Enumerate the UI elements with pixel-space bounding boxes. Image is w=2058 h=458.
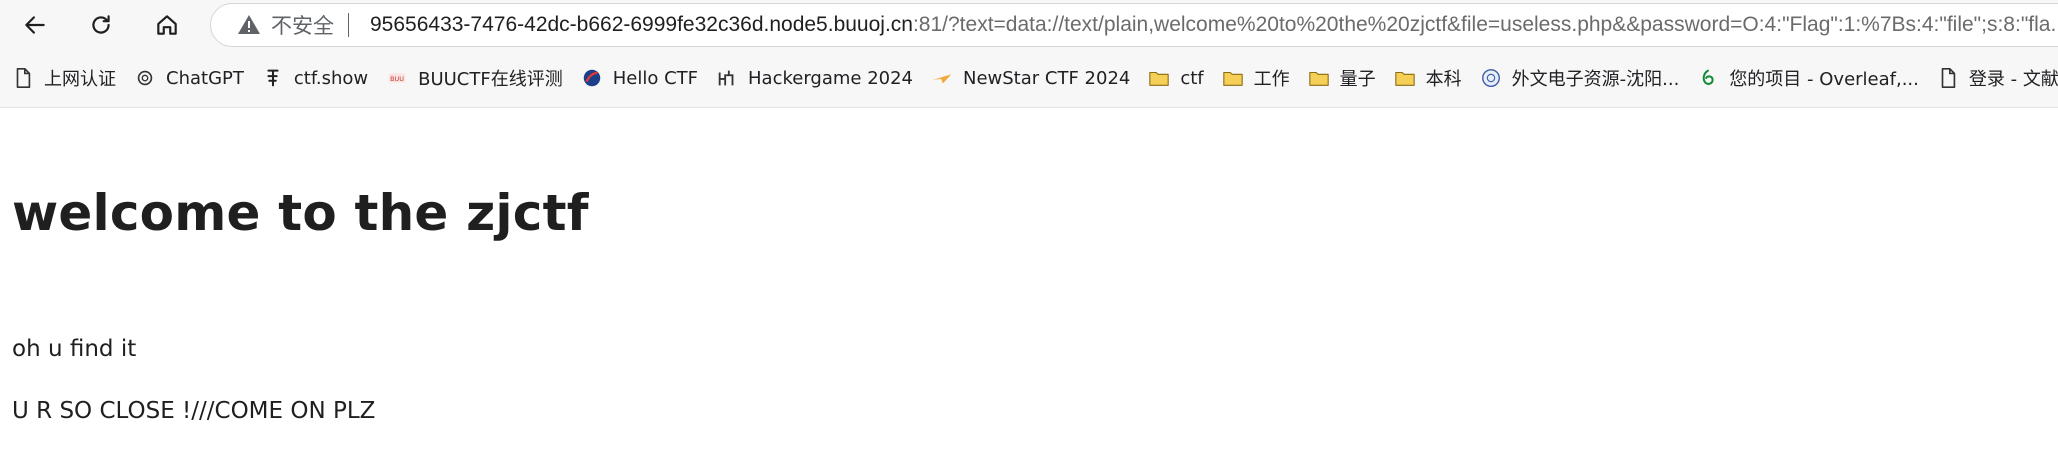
ctfshow-icon	[262, 67, 284, 89]
svg-text:BUU: BUU	[390, 75, 404, 83]
overleaf-icon	[1697, 67, 1719, 89]
university-icon	[1480, 67, 1502, 89]
chatgpt-icon	[134, 67, 156, 89]
bookmark-folder[interactable]: ctf	[1142, 60, 1209, 96]
toolbar: 不安全 95656433-7476-42dc-b662-6999fe32c36d…	[0, 0, 2058, 50]
folder-icon	[1394, 67, 1416, 89]
home-icon	[157, 15, 177, 35]
bookmark-item[interactable]: ChatGPT	[128, 60, 250, 96]
bookmark-label: 您的项目 - Overleaf,...	[1729, 69, 1919, 90]
bookmark-item[interactable]: 登录 - 文献	[1931, 60, 2058, 96]
bookmark-item[interactable]: ctf.show	[256, 60, 374, 96]
bookmark-folder[interactable]: 本科	[1388, 60, 1468, 96]
bookmark-label: 量子	[1339, 69, 1376, 90]
address-divider	[348, 13, 349, 37]
bookmark-label: 登录 - 文献	[1968, 69, 2058, 90]
bookmark-item[interactable]: 上网认证	[6, 60, 122, 96]
bookmark-item[interactable]: NewStar CTF 2024	[925, 60, 1136, 96]
bookmark-label: ChatGPT	[166, 67, 244, 89]
buuctf-icon: BUU	[386, 67, 408, 89]
back-button[interactable]	[15, 5, 55, 45]
bookmark-label: ctf.show	[293, 67, 369, 89]
arrow-left-icon	[25, 16, 45, 34]
bookmark-item[interactable]: 外文电子资源-沈阳...	[1474, 60, 1686, 96]
folder-icon	[1308, 67, 1330, 89]
newstar-icon	[931, 67, 953, 89]
bookmarks-bar: 上网认证 ChatGPT ctf.show BUU BUUCTF在线评测 Hel…	[0, 58, 2058, 98]
url-host: 95656433-7476-42dc-b662-6999fe32c36d.nod…	[370, 13, 913, 36]
bookmark-folder[interactable]: 工作	[1216, 60, 1296, 96]
page-icon	[1937, 67, 1959, 89]
bookmark-label: 工作	[1253, 69, 1290, 90]
bookmark-item[interactable]: BUU BUUCTF在线评测	[380, 60, 569, 96]
bookmark-folder[interactable]: 量子	[1302, 60, 1382, 96]
bookmark-label: Hackergame 2024	[748, 67, 913, 89]
browser-chrome: 不安全 95656433-7476-42dc-b662-6999fe32c36d…	[0, 0, 2058, 108]
bookmark-item[interactable]: Hello CTF	[575, 60, 704, 96]
bookmark-label: Hello CTF	[612, 67, 698, 89]
url-text[interactable]: 95656433-7476-42dc-b662-6999fe32c36d.nod…	[370, 13, 2058, 37]
bookmark-label: NewStar CTF 2024	[963, 67, 1131, 89]
bookmark-label: 本科	[1425, 69, 1462, 90]
bookmark-label: BUUCTF在线评测	[418, 69, 563, 90]
url-path: :81/?text=data://text/plain,welcome%20to…	[912, 13, 2058, 36]
bookmark-label: 外文电子资源-沈阳...	[1511, 69, 1680, 90]
folder-icon	[1222, 67, 1244, 89]
page-heading: welcome to the zjctf	[12, 184, 589, 242]
home-button[interactable]	[147, 5, 187, 45]
bookmark-item[interactable]: 您的项目 - Overleaf,...	[1691, 60, 1925, 96]
hackergame-icon	[716, 67, 738, 89]
reload-button[interactable]	[81, 5, 121, 45]
bookmark-label: 上网认证	[44, 69, 116, 90]
warning-icon[interactable]	[237, 13, 261, 37]
folder-icon	[1148, 67, 1170, 89]
address-bar[interactable]: 不安全 95656433-7476-42dc-b662-6999fe32c36d…	[210, 3, 2058, 47]
hint-text: U R SO CLOSE !///COME ON PLZ	[12, 398, 376, 424]
reload-icon	[92, 15, 110, 34]
page-icon	[12, 67, 34, 89]
bookmark-label: ctf	[1180, 67, 1204, 89]
hellctf-icon	[581, 67, 603, 89]
security-status-label[interactable]: 不安全	[271, 10, 334, 40]
message-text: oh u find it	[12, 336, 137, 362]
bookmark-item[interactable]: Hackergame 2024	[710, 60, 919, 96]
